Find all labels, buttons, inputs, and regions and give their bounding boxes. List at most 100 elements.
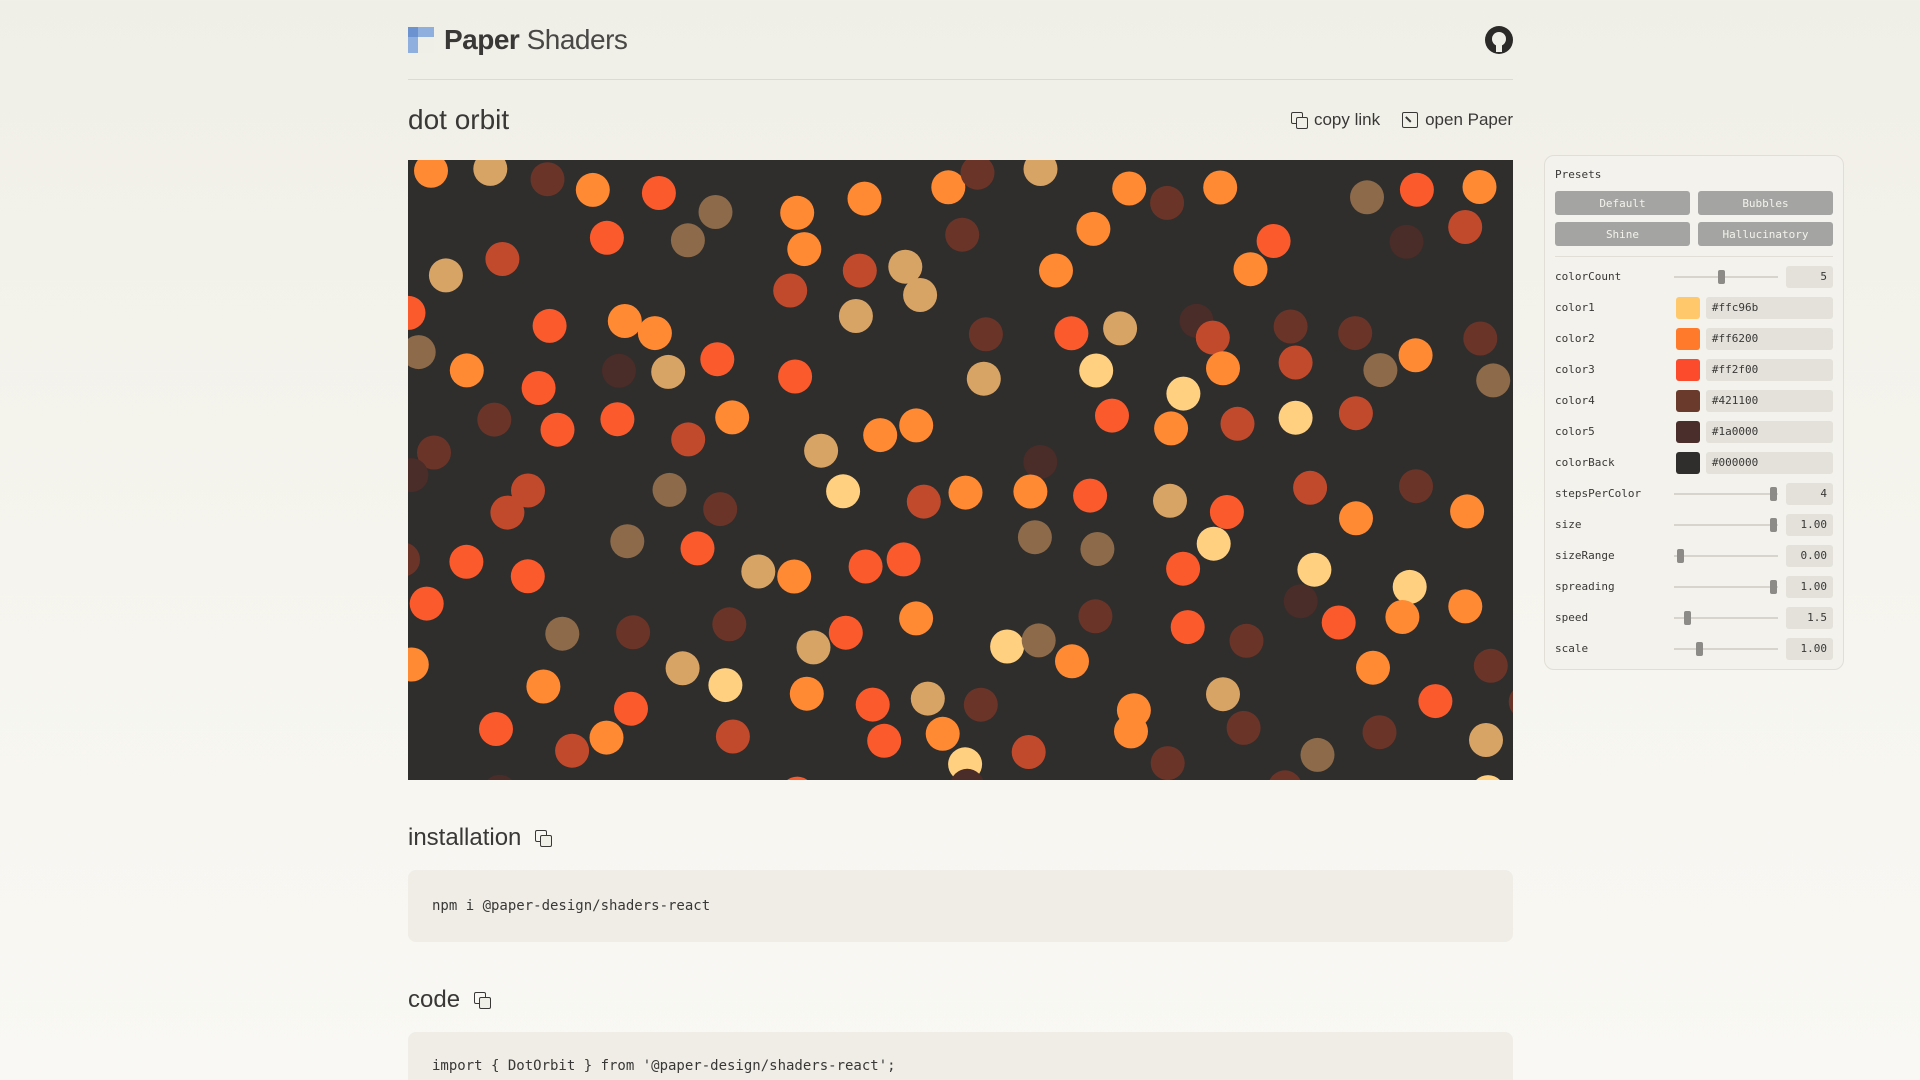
shader-dot [1278,400,1313,435]
scale-slider[interactable] [1674,639,1778,659]
shader-dot [665,651,700,686]
sizeRange-slider[interactable] [1674,546,1778,566]
copy-link-button[interactable]: copy link [1290,110,1381,130]
shader-dot [600,402,635,437]
spreading-slider[interactable] [1674,577,1778,597]
sizeRange-value-input[interactable]: 0.00 [1785,544,1834,567]
shader-dot [1300,737,1335,772]
shader-dot [485,242,520,276]
shader-dot [1023,444,1058,479]
shader-dot [1150,746,1185,780]
size-value-input[interactable]: 1.00 [1785,513,1834,536]
shader-dot [1392,569,1427,604]
shader-dot [741,554,776,589]
copy-installation-icon[interactable] [535,830,553,847]
colorCount-slider[interactable] [1674,267,1778,287]
shader-dot [607,304,642,338]
color1-hex-input[interactable]: #ffc96b [1705,296,1833,319]
shader-dot [1079,353,1114,388]
shader-canvas[interactable] [408,160,1513,780]
colorCount-value-input[interactable]: 5 [1785,265,1834,288]
installation-code: npm i @paper-design/shaders-react [432,898,711,914]
color2-swatch[interactable] [1676,327,1700,350]
open-paper-button[interactable]: open Paper [1402,110,1513,130]
color2-hex-input[interactable]: #ff6200 [1705,327,1833,350]
speed-value-input[interactable]: 1.5 [1785,606,1834,629]
slider-handle[interactable] [1717,269,1725,284]
slider-handle[interactable] [1677,548,1685,563]
github-icon[interactable] [1485,25,1513,54]
shader-dot [1078,599,1113,634]
spreading-value-input[interactable]: 1.00 [1785,575,1834,598]
color3-swatch[interactable] [1676,358,1700,381]
control-label: color2 [1555,332,1595,345]
shader-dot [1398,338,1433,373]
color1-swatch[interactable] [1676,296,1700,319]
slider-handle[interactable] [1696,641,1703,656]
shader-dot [670,223,705,258]
control-label: scale [1555,642,1589,655]
copy-link-label: copy link [1313,110,1381,129]
copy-code-icon[interactable] [474,992,492,1009]
stepsPerColor-value-input[interactable]: 4 [1785,482,1834,505]
brand-link[interactable]: Paper Shaders [408,23,628,56]
stepsPerColor-slider[interactable] [1674,484,1778,504]
preset-bubbles-button[interactable]: Bubbles [1698,191,1833,215]
shader-dot [842,253,877,288]
slider-track [1674,585,1778,588]
color4-swatch[interactable] [1676,389,1700,412]
shader-dot [931,170,966,205]
external-link-icon [1402,112,1419,128]
shader-dot [1013,474,1048,509]
shader-dot [602,353,636,388]
brand-name-light: Shaders [526,23,628,55]
slider-track [1674,647,1778,650]
control-row-color2: color2 #ff6200 [1555,323,1833,354]
control-row-color4: color4 #421100 [1555,385,1833,416]
size-slider[interactable] [1674,515,1778,535]
installation-heading: installation [408,824,522,851]
shader-dot [1448,210,1483,244]
shader-dot [838,299,873,333]
shader-dot [963,687,998,722]
paper-logo-icon [408,26,434,53]
shader-dot [1039,253,1073,288]
shader-dot [1150,185,1185,220]
shader-dot [703,492,738,527]
colorBack-hex-input[interactable]: #000000 [1705,451,1833,474]
slider-track [1674,523,1778,526]
control-label: color1 [1555,301,1595,314]
slider-handle[interactable] [1770,579,1778,594]
slider-handle[interactable] [1684,610,1692,625]
shader-dot [1363,353,1398,388]
shader-dot [540,412,575,447]
shader-dot [1154,411,1189,446]
color3-hex-input[interactable]: #ff2f00 [1705,358,1833,381]
color5-hex-input[interactable]: #1a0000 [1705,420,1833,443]
scale-value-input[interactable]: 1.00 [1785,637,1834,660]
control-label: colorCount [1555,270,1622,283]
page-title: dot orbit [408,104,510,135]
shader-dot [1054,316,1089,351]
control-row-stepsPerColor: stepsPerColor 4 [1555,478,1834,509]
shader-dot [910,681,945,716]
shader-dot [1233,252,1268,287]
control-label: color3 [1555,363,1595,376]
preset-shine-button[interactable]: Shine [1555,222,1690,246]
preset-default-button[interactable]: Default [1555,191,1690,215]
shader-dot [511,473,545,508]
shader-dot [945,217,980,252]
slider-handle[interactable] [1770,486,1778,501]
shader-dot [903,278,938,312]
control-row-spreading: spreading 1.00 [1555,571,1834,602]
color5-swatch[interactable] [1676,420,1700,443]
speed-slider[interactable] [1674,608,1778,628]
preset-hallucinatory-button[interactable]: Hallucinatory [1698,222,1833,246]
color4-hex-input[interactable]: #421100 [1705,389,1833,412]
colorBack-swatch[interactable] [1676,451,1700,474]
shader-dot [966,361,1001,396]
shader-dot [1206,351,1240,386]
shader-dot [641,176,676,210]
slider-handle[interactable] [1770,517,1778,532]
shader-dot [1103,311,1138,346]
